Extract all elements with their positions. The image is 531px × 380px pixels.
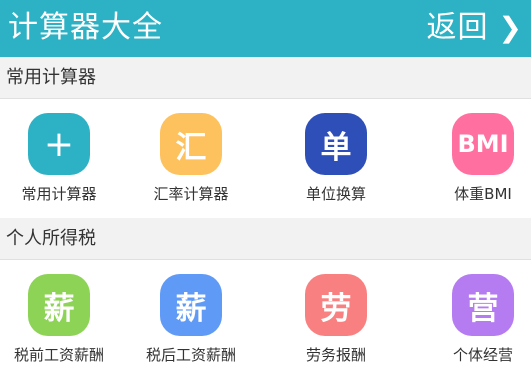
salary-icon: 薪 xyxy=(28,274,90,336)
tile-self-employed[interactable]: 营 个体经营 xyxy=(423,260,531,380)
tile-common-calculator[interactable]: + 常用计算器 xyxy=(0,99,119,219)
grid-income-tax: 薪 税前工资薪酬 薪 税后工资薪酬 劳 劳务报酬 营 个体经营 xyxy=(0,260,531,380)
tile-label: 汇率计算器 xyxy=(153,185,229,203)
salary-icon: 薪 xyxy=(160,274,222,336)
plus-icon: + xyxy=(28,113,90,175)
app-header: 计算器大全 返回 ❯ xyxy=(0,0,531,57)
bmi-icon: BMI xyxy=(452,113,514,175)
tile-bmi[interactable]: BMI 体重BMI xyxy=(423,99,531,219)
exchange-rate-icon: 汇 xyxy=(160,113,222,175)
tile-label: 税后工资薪酬 xyxy=(145,346,236,364)
tile-pre-tax-salary[interactable]: 薪 税前工资薪酬 xyxy=(0,260,119,380)
tile-label: 税前工资薪酬 xyxy=(13,346,104,364)
tile-label: 体重BMI xyxy=(454,185,512,203)
business-icon: 营 xyxy=(452,274,514,336)
tile-exchange-rate-calculator[interactable]: 汇 汇率计算器 xyxy=(131,99,251,219)
tile-labor-remuneration[interactable]: 劳 劳务报酬 xyxy=(276,260,396,380)
page-title: 计算器大全 xyxy=(8,10,163,45)
tile-label: 个体经营 xyxy=(452,346,513,364)
labor-icon: 劳 xyxy=(305,274,367,336)
tile-after-tax-salary[interactable]: 薪 税后工资薪酬 xyxy=(131,260,251,380)
tile-label: 单位换算 xyxy=(305,185,366,203)
section-title-income-tax: 个人所得税 xyxy=(0,218,531,260)
tile-unit-conversion[interactable]: 单 单位换算 xyxy=(276,99,396,219)
tile-label: 常用计算器 xyxy=(21,185,97,203)
chevron-right-icon: ❯ xyxy=(498,11,523,44)
section-title-common: 常用计算器 xyxy=(0,57,531,99)
tile-label: 劳务报酬 xyxy=(305,346,366,364)
grid-common: + 常用计算器 汇 汇率计算器 单 单位换算 BMI 体重BMI xyxy=(0,99,531,219)
unit-conversion-icon: 单 xyxy=(305,113,367,175)
back-button[interactable]: 返回 ❯ xyxy=(427,8,523,48)
back-label: 返回 xyxy=(426,10,489,45)
